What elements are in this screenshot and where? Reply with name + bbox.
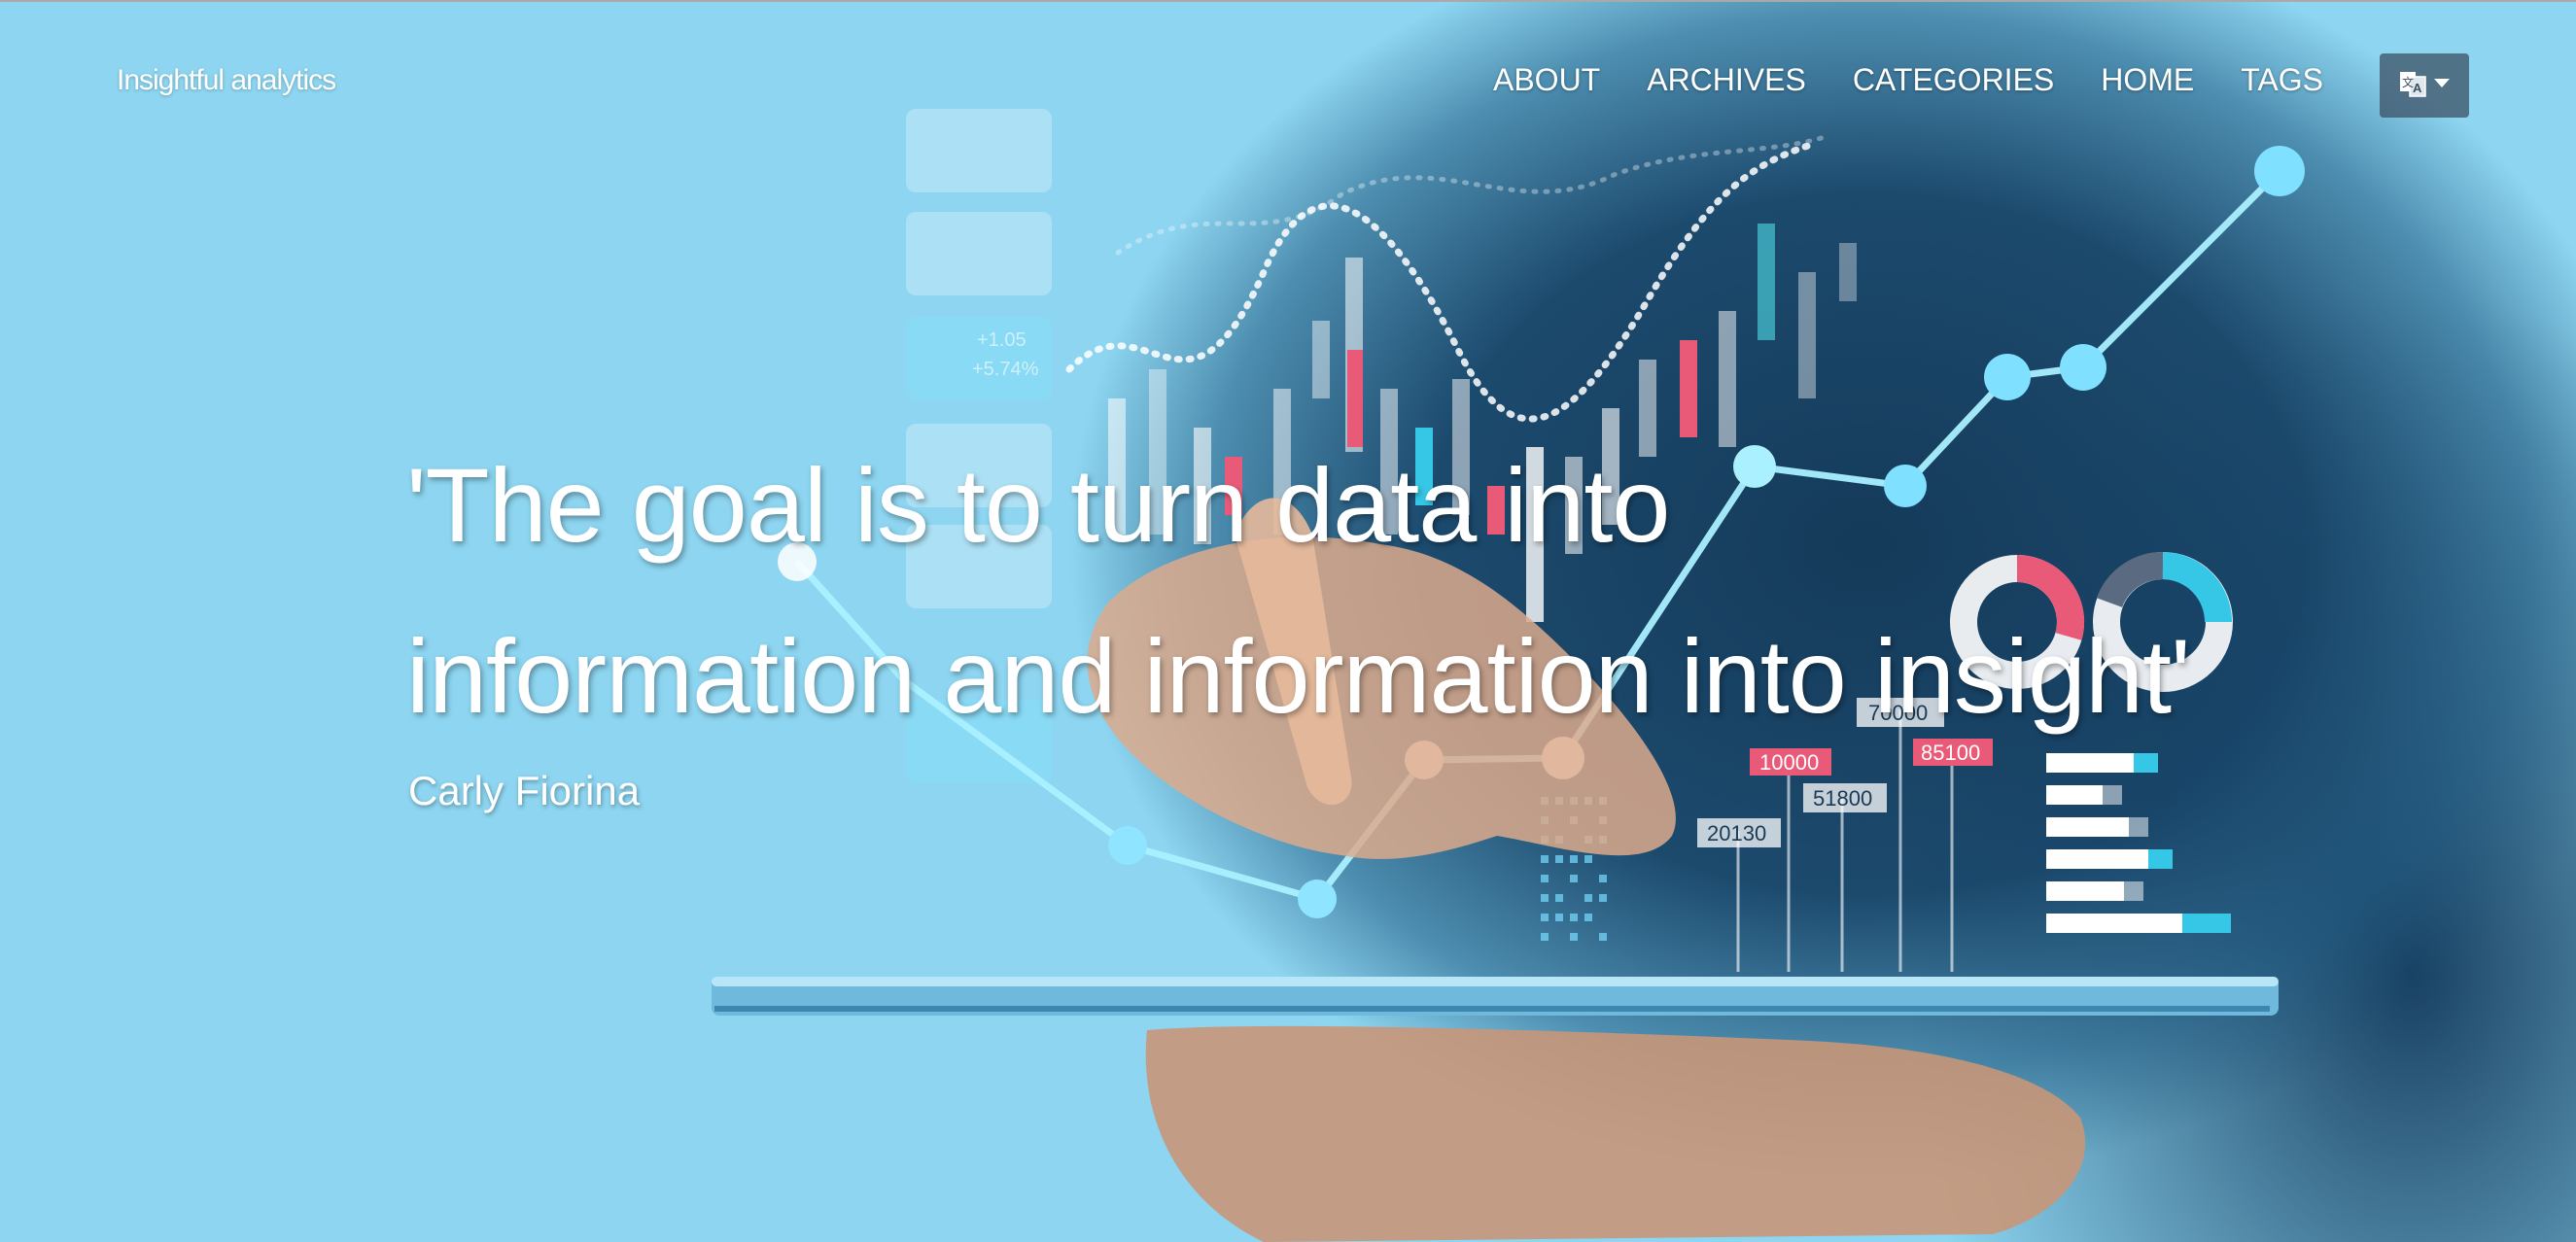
language-switcher-button[interactable]: 文 A — [2380, 53, 2469, 118]
translate-icon: 文 A — [2398, 69, 2427, 103]
nav-archives[interactable]: ARCHIVES — [1647, 62, 1806, 98]
hero-section: +1.05 +5.74% 70000 10000 51800 20130 851… — [0, 0, 2576, 1242]
label-51800: 51800 — [1813, 786, 1872, 811]
nav-about[interactable]: ABOUT — [1493, 62, 1600, 98]
site-brand[interactable]: Insightful analytics — [117, 64, 336, 97]
hero-quote: 'The goal is to turn data into informati… — [406, 420, 2253, 762]
tablet-device — [712, 977, 2279, 1016]
label-20130: 20130 — [1707, 821, 1766, 845]
chevron-down-icon — [2433, 77, 2451, 94]
panel-label-percent: +5.74% — [972, 359, 1039, 380]
quote-line-2: information and information into insight… — [406, 617, 2191, 735]
dotted-wave-line-faint — [1115, 133, 1830, 256]
horizontal-bars — [2046, 753, 2231, 933]
nav-tags[interactable]: TAGS — [2241, 62, 2323, 98]
nav-categories[interactable]: CATEGORIES — [1853, 62, 2054, 98]
panel-label-change: +1.05 — [977, 329, 1027, 351]
quote-line-1: 'The goal is to turn data into — [406, 446, 1670, 564]
main-nav: ABOUT ARCHIVES CATEGORIES HOME TAGS — [1493, 62, 2323, 98]
quote-author: Carly Fiorina — [408, 768, 641, 813]
svg-text:A: A — [2413, 81, 2422, 95]
nav-home[interactable]: HOME — [2101, 62, 2194, 98]
